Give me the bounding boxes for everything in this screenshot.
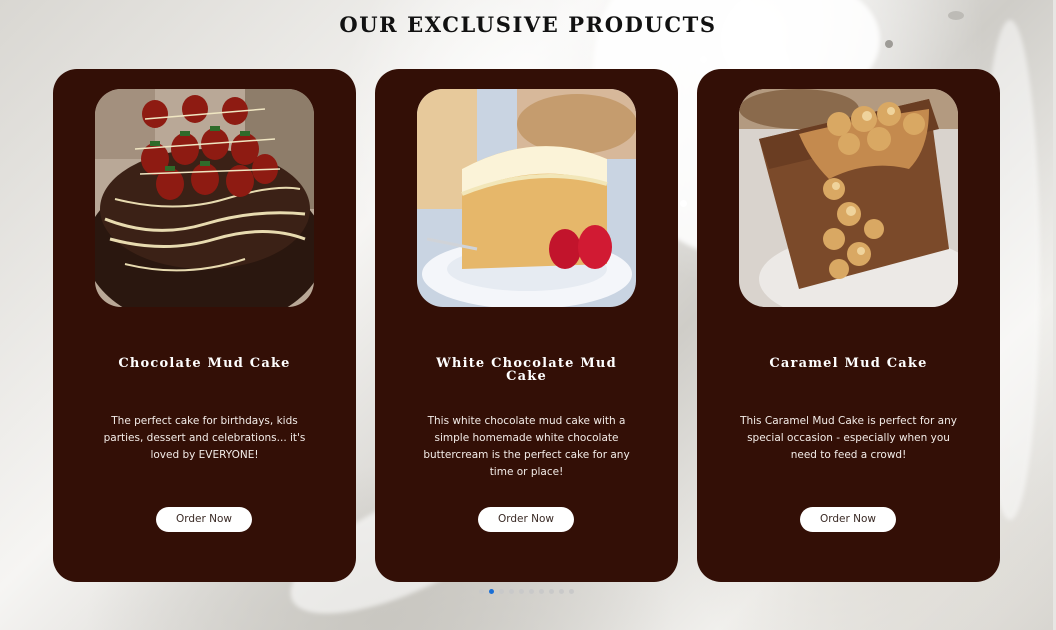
carousel-dot[interactable] [539, 589, 544, 594]
product-name: Caramel Mud Cake [769, 356, 928, 371]
product-name: White Chocolate Mud Cake [436, 356, 617, 384]
order-now-button[interactable]: Order Now [800, 507, 896, 532]
carousel-dot[interactable] [499, 589, 504, 594]
product-card: Caramel Mud Cake This Caramel Mud Cake i… [697, 69, 1000, 582]
chocolate-mud-cake-photo[interactable] [95, 89, 314, 307]
carousel-pagination [479, 589, 574, 594]
product-name: Chocolate Mud Cake [118, 356, 291, 371]
carousel-dot-active[interactable] [489, 589, 494, 594]
carousel-dot[interactable] [519, 589, 524, 594]
product-card: Chocolate Mud Cake The perfect cake for … [53, 69, 356, 582]
carousel-dot[interactable] [569, 589, 574, 594]
carousel-dot[interactable] [559, 589, 564, 594]
carousel-dot[interactable] [549, 589, 554, 594]
order-now-button[interactable]: Order Now [156, 507, 252, 532]
product-description: This Caramel Mud Cake is perfect for any… [740, 415, 957, 461]
white-chocolate-mud-cake-photo[interactable] [417, 89, 636, 307]
carousel-dot[interactable] [509, 589, 514, 594]
product-description: This white chocolate mud cake with a sim… [423, 415, 630, 478]
caramel-mud-cake-photo[interactable] [739, 89, 958, 307]
carousel-dot[interactable] [529, 589, 534, 594]
product-description: The perfect cake for birthdays, kids par… [103, 415, 306, 461]
section-title: OUR EXCLUSIVE PRODUCTS [339, 12, 717, 37]
order-now-button[interactable]: Order Now [478, 507, 574, 532]
product-card: White Chocolate Mud Cake This white choc… [375, 69, 678, 582]
carousel-dot[interactable] [479, 589, 484, 594]
